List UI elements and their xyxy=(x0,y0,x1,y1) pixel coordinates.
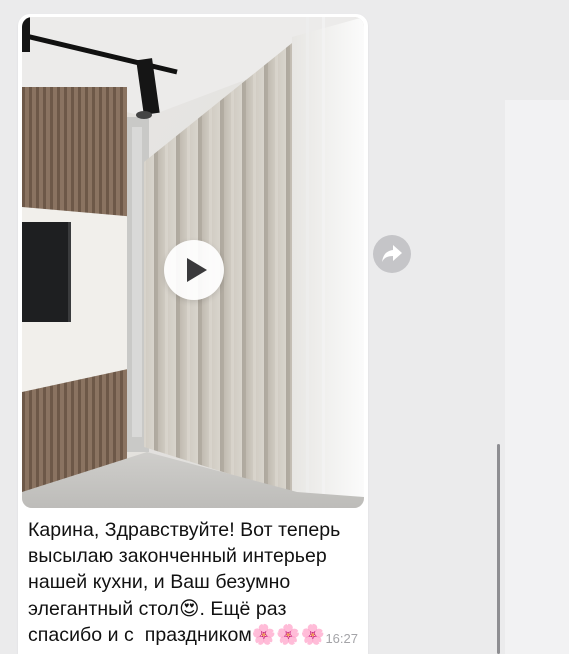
play-icon xyxy=(187,258,207,282)
message-text: Карина, Здравствуйте! Вот теперь высылаю… xyxy=(28,519,341,646)
forward-arrow-icon xyxy=(382,245,402,262)
message-time: 16:27 xyxy=(325,631,358,646)
scrollbar[interactable] xyxy=(497,444,500,654)
video-thumbnail[interactable] xyxy=(22,17,364,508)
forward-button[interactable] xyxy=(373,235,411,273)
chat-area: Карина, Здравствуйте! Вот теперь высылаю… xyxy=(0,0,569,654)
message-bubble[interactable]: Карина, Здравствуйте! Вот теперь высылаю… xyxy=(18,14,368,654)
side-panel xyxy=(505,100,569,654)
play-button[interactable] xyxy=(164,240,224,300)
